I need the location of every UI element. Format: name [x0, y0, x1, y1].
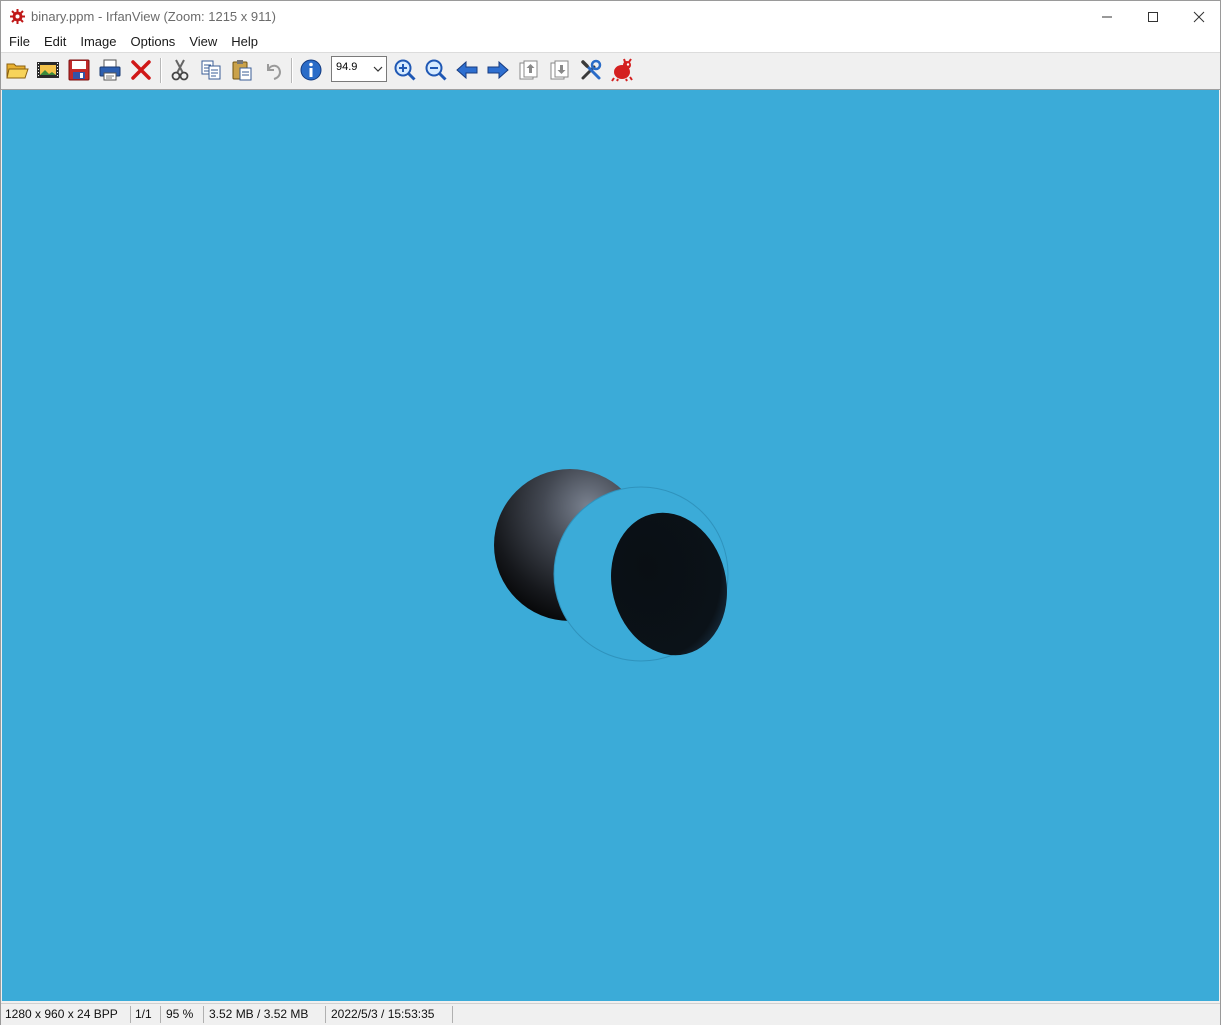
zoom-combobox[interactable]: 94.9: [331, 56, 387, 82]
page-up-button[interactable]: [515, 56, 543, 84]
status-file-size: 3.52 MB / 3.52 MB: [209, 1007, 309, 1021]
page-down-icon: [550, 60, 569, 80]
open-folder-icon: [6, 63, 29, 79]
info-icon: [300, 59, 322, 81]
menu-image[interactable]: Image: [73, 32, 123, 52]
zoom-in-icon: [394, 59, 416, 81]
irfanview-window: binary.ppm - IrfanView (Zoom: 1215 x 911…: [0, 0, 1221, 1025]
zoom-in-button[interactable]: [391, 56, 419, 84]
print-button[interactable]: [96, 56, 124, 84]
print-icon: [99, 59, 121, 81]
toolbar: 94.9: [1, 52, 1220, 90]
menu-options[interactable]: Options: [124, 32, 183, 52]
status-separator: [160, 1006, 161, 1023]
delete-button[interactable]: [127, 56, 155, 84]
toolbar-separator: [160, 58, 162, 83]
menu-edit[interactable]: Edit: [37, 32, 73, 52]
status-index: 1/1: [135, 1007, 152, 1021]
page-down-button[interactable]: [546, 56, 574, 84]
status-bar: 1280 x 960 x 24 BPP 1/1 95 % 3.52 MB / 3…: [1, 1003, 1220, 1025]
maximize-button[interactable]: [1130, 1, 1176, 32]
status-datetime: 2022/5/3 / 15:53:35: [331, 1007, 435, 1021]
previous-icon: [456, 60, 478, 80]
undo-button[interactable]: [259, 56, 287, 84]
zoom-value: 94.9: [336, 61, 358, 73]
maximize-icon: [1148, 11, 1158, 22]
window-title: binary.ppm - IrfanView (Zoom: 1215 x 911…: [31, 9, 276, 24]
previous-button[interactable]: [453, 56, 481, 84]
zoom-out-icon: [425, 59, 447, 81]
menu-file[interactable]: File: [2, 32, 37, 52]
status-separator: [325, 1006, 326, 1023]
paste-icon: [232, 60, 252, 81]
close-icon: [1193, 11, 1205, 22]
close-button[interactable]: [1176, 1, 1221, 32]
open-button[interactable]: [3, 56, 31, 84]
minimize-icon: [1102, 16, 1112, 17]
menu-view[interactable]: View: [182, 32, 224, 52]
copy-icon: [201, 60, 221, 80]
status-dimensions: 1280 x 960 x 24 BPP: [5, 1007, 118, 1021]
irfanview-logo-icon: [611, 58, 633, 82]
about-button[interactable]: [608, 56, 636, 84]
status-zoom: 95 %: [166, 1007, 194, 1021]
settings-button[interactable]: [577, 56, 605, 84]
status-separator: [452, 1006, 453, 1023]
undo-icon: [267, 64, 282, 80]
save-icon: [68, 59, 90, 81]
page-up-icon: [519, 60, 538, 80]
paste-button[interactable]: [228, 56, 256, 84]
status-separator: [203, 1006, 204, 1023]
cut-button[interactable]: [166, 56, 194, 84]
zoom-out-button[interactable]: [422, 56, 450, 84]
irfanview-app-icon: [9, 8, 26, 25]
info-button[interactable]: [297, 56, 325, 84]
rendered-image: [494, 469, 729, 662]
cut-icon: [171, 59, 189, 81]
save-button[interactable]: [65, 56, 93, 84]
delete-icon: [131, 60, 151, 80]
minimize-button[interactable]: [1084, 1, 1130, 32]
menu-bar: File Edit Image Options View Help: [1, 32, 1220, 52]
toolbar-separator: [291, 58, 293, 83]
chevron-down-icon: [373, 66, 383, 72]
next-icon: [487, 60, 509, 80]
image-canvas[interactable]: [2, 90, 1219, 1001]
slideshow-button[interactable]: [34, 56, 62, 84]
settings-icon: [581, 59, 602, 80]
copy-button[interactable]: [197, 56, 225, 84]
next-button[interactable]: [484, 56, 512, 84]
menu-help[interactable]: Help: [224, 32, 265, 52]
title-bar[interactable]: binary.ppm - IrfanView (Zoom: 1215 x 911…: [1, 1, 1220, 32]
slideshow-icon: [37, 62, 59, 78]
